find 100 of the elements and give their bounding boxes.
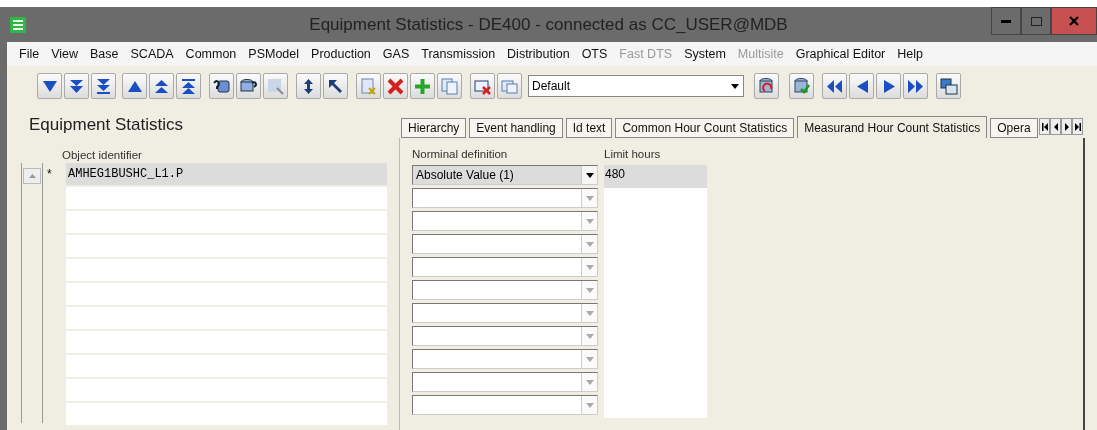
minimize-icon: [1001, 19, 1011, 23]
plus-icon: [413, 76, 432, 96]
monitors-icon: [939, 76, 958, 96]
dropdown-arrow-icon: [731, 83, 739, 89]
tab-scroll-button[interactable]: [1050, 118, 1061, 135]
menu-item[interactable]: File: [13, 47, 46, 61]
scroll-up-button[interactable]: [23, 168, 41, 184]
tab[interactable]: Opera: [990, 118, 1038, 138]
scroll-bar[interactable]: [21, 163, 43, 423]
toolbar-button[interactable]: [323, 73, 348, 99]
close-button[interactable]: [1051, 7, 1097, 35]
dropdown-field[interactable]: [412, 372, 598, 392]
maximize-icon: [1030, 16, 1042, 26]
menu-item[interactable]: Graphical Editor: [789, 47, 892, 61]
dropdown-arrow-icon: [585, 287, 594, 293]
toolbar-button[interactable]: [122, 73, 147, 99]
dropdown-field[interactable]: [412, 280, 598, 300]
table-cell[interactable]: [66, 379, 387, 401]
database-undo-icon: [757, 76, 776, 96]
dropdown-field[interactable]: [412, 188, 598, 208]
chevron-down-bar-icon: [94, 76, 113, 96]
column-header: Object identifier: [61, 149, 143, 163]
triangle-right-icon: [1063, 122, 1070, 131]
dropdown-field[interactable]: [412, 326, 598, 346]
document-remove-icon: [359, 76, 378, 96]
menu-item[interactable]: OTS: [575, 47, 614, 61]
dropdown-arrow-icon: [585, 195, 594, 201]
menu-item[interactable]: Production: [305, 47, 377, 61]
table-cell[interactable]: [66, 211, 387, 233]
table-cell[interactable]: [66, 307, 387, 329]
dropdown-arrow-icon: [585, 218, 594, 224]
dropdown-field[interactable]: [412, 257, 598, 277]
app-icon: [10, 16, 26, 33]
table-cell[interactable]: [66, 355, 387, 377]
window-title: Equipment Statistics - DE400 - connected as CC_USER@MDB: [309, 14, 788, 35]
dropdown-field[interactable]: [412, 349, 598, 369]
skip-back-icon: [1041, 122, 1048, 131]
menu-item[interactable]: GAS: [376, 47, 416, 61]
dropdown-field[interactable]: [412, 211, 598, 231]
scroll-up-icon: [28, 174, 36, 178]
table-cell[interactable]: [604, 395, 707, 418]
menu-item[interactable]: System: [678, 47, 732, 61]
dropdown-arrow-icon: [585, 241, 594, 247]
triangle-left-icon: [1052, 122, 1059, 131]
toolbar-button[interactable]: [91, 73, 116, 99]
database-check-icon: [792, 76, 811, 96]
toolbar-button[interactable]: [903, 73, 928, 99]
toolbar-button[interactable]: [236, 73, 261, 99]
toolbar-button[interactable]: [822, 73, 847, 99]
toolbar-button[interactable]: [149, 73, 174, 99]
toolbar-button[interactable]: [176, 73, 201, 99]
tab-scroll-button[interactable]: [1072, 118, 1083, 135]
filter-select[interactable]: Default: [528, 75, 744, 97]
tab[interactable]: Hierarchy: [401, 118, 467, 138]
menu-item[interactable]: View: [45, 47, 85, 61]
close-icon: [1069, 16, 1079, 26]
minimize-button[interactable]: [991, 7, 1021, 35]
table-cell[interactable]: 480: [604, 165, 707, 188]
tab[interactable]: Common Hour Count Statistics: [615, 118, 795, 138]
maximize-button[interactable]: [1021, 7, 1051, 35]
dropdown-field[interactable]: [412, 395, 598, 415]
table-cell[interactable]: [66, 259, 387, 281]
table-cell[interactable]: [604, 188, 707, 211]
table-cell[interactable]: AMHEG1BUSHC_L1.P: [66, 163, 387, 185]
current-row-marker: *: [46, 166, 53, 183]
menu-item[interactable]: Common: [179, 47, 243, 61]
table-cell[interactable]: [66, 235, 387, 257]
dropdown-field[interactable]: [412, 234, 598, 254]
toolbar-button[interactable]: [296, 73, 321, 99]
dropdown-arrow-icon: [585, 356, 594, 362]
toolbar-button[interactable]: [37, 73, 62, 99]
toolbar-button[interactable]: [64, 73, 89, 99]
toolbar-button[interactable]: [849, 73, 874, 99]
table-cell[interactable]: [66, 283, 387, 305]
delete-icon: [386, 76, 405, 96]
dropdown-field[interactable]: [412, 303, 598, 323]
toolbar-button[interactable]: [936, 73, 961, 99]
tab[interactable]: Id text: [565, 118, 613, 138]
tab-scroll-button[interactable]: [1061, 118, 1072, 135]
table-cell[interactable]: [66, 403, 387, 425]
copy-icon: [440, 76, 459, 96]
toolbar-button[interactable]: [209, 73, 234, 99]
table-cell[interactable]: [66, 331, 387, 353]
dropdown-arrow-icon: [585, 310, 594, 316]
menu-item[interactable]: SCADA: [124, 47, 180, 61]
menu-item[interactable]: Distribution: [501, 47, 576, 61]
table-cell[interactable]: [66, 187, 387, 209]
chevron-up-bar-icon: [179, 76, 198, 96]
menu-item[interactable]: Base: [84, 47, 125, 61]
menu-item[interactable]: Transmission: [415, 47, 502, 61]
column-header: Norminal definition: [412, 148, 509, 162]
tab-scroll-button[interactable]: [1039, 118, 1050, 135]
tab[interactable]: Event handling: [469, 118, 563, 138]
menu-item[interactable]: Help: [891, 47, 929, 61]
toolbar-button[interactable]: [876, 73, 901, 99]
panel-title: Equipment Statistics: [28, 114, 184, 136]
menu-item[interactable]: PSModel: [242, 47, 306, 61]
dropdown-arrow-icon: [585, 402, 594, 408]
dropdown-field[interactable]: Absolute Value (1): [412, 165, 598, 185]
tab[interactable]: Measurand Hour Count Statistics: [797, 116, 988, 138]
